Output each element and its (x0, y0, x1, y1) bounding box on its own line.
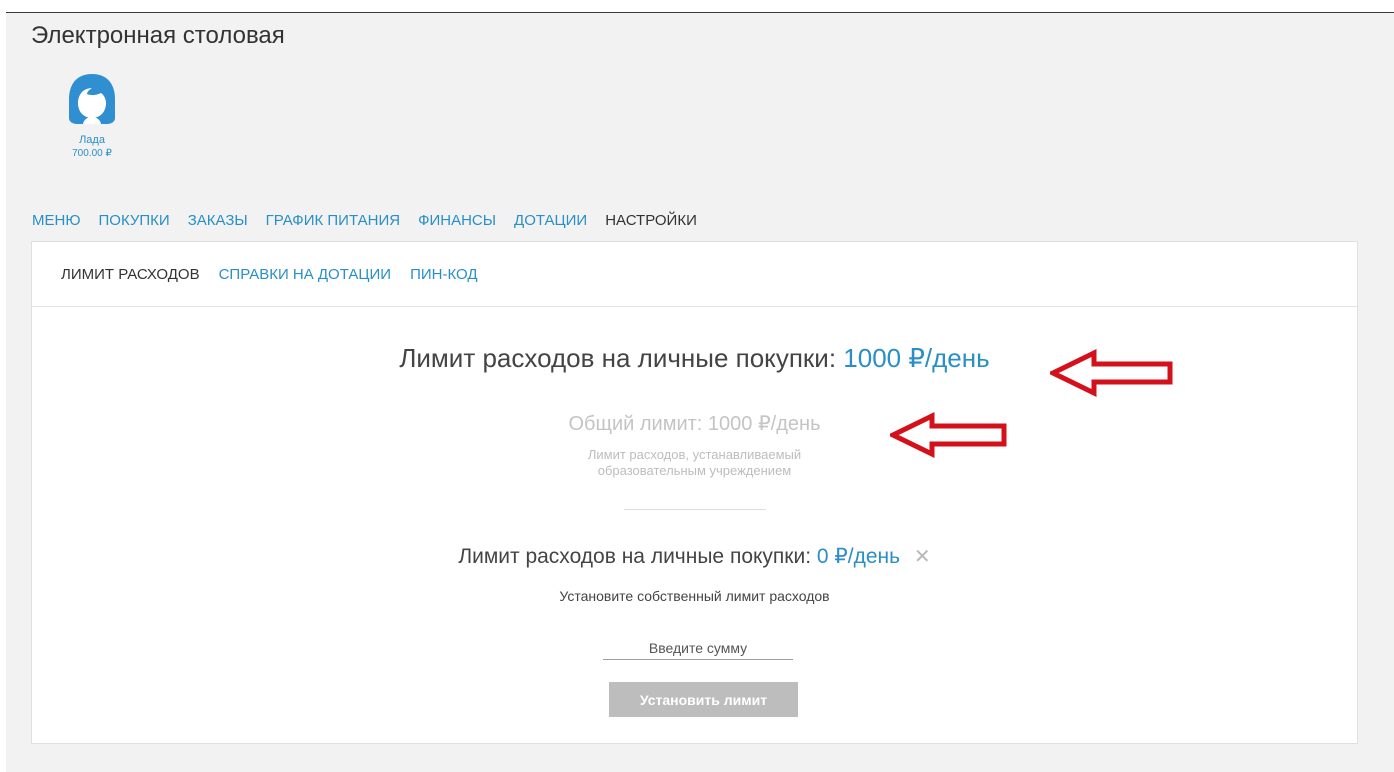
personal-limit-label: Лимит расходов на личные покупки: (399, 343, 837, 373)
own-limit-line: Лимит расходов на личные покупки: 0 ₽/де… (32, 544, 1357, 569)
nav-tab-menu[interactable]: МЕНЮ (32, 212, 81, 229)
annotation-arrow-icon (1050, 349, 1173, 397)
general-limit-value: 1000 ₽/день (707, 413, 821, 435)
clear-limit-icon[interactable]: ✕ (914, 546, 931, 568)
general-limit-note-line-2: образовательным учреждением (597, 463, 792, 478)
own-limit-hint: Установите собственный лимит расходов (559, 588, 830, 604)
section-divider (624, 509, 766, 510)
child-balance: 700.00 ₽ (72, 148, 112, 159)
girl-avatar-icon (69, 74, 115, 124)
set-limit-button[interactable]: Установить лимит (609, 682, 798, 717)
child-card[interactable]: Лада 700.00 ₽ (52, 72, 132, 159)
app-title: Электронная столовая (31, 22, 285, 49)
nav-tab-orders[interactable]: ЗАКАЗЫ (188, 212, 248, 229)
settings-panel: ЛИМИТ РАСХОДОВ СПРАВКИ НА ДОТАЦИИ ПИН-КО… (31, 241, 1358, 744)
personal-limit-value: 1000 ₽/день (843, 343, 990, 373)
amount-input[interactable] (603, 637, 793, 660)
own-limit-value: 0 ₽/день (816, 545, 901, 568)
nav-tab-settings[interactable]: НАСТРОЙКИ (605, 212, 697, 229)
nav-tab-finance[interactable]: ФИНАНСЫ (418, 212, 496, 229)
nav-tab-subsidies[interactable]: ДОТАЦИИ (514, 212, 587, 229)
main-nav: МЕНЮ ПОКУПКИ ЗАКАЗЫ ГРАФИК ПИТАНИЯ ФИНАН… (32, 212, 715, 229)
nav-tab-purchases[interactable]: ПОКУПКИ (99, 212, 170, 229)
own-limit-label: Лимит расходов на личные покупки: (458, 545, 812, 568)
general-limit-label: Общий лимит: (568, 413, 703, 435)
subtab-spending-limit[interactable]: ЛИМИТ РАСХОДОВ (61, 266, 200, 283)
child-name: Лада (79, 134, 105, 146)
general-limit-note-line-1: Лимит расходов, устанавливаемый (587, 447, 802, 462)
nav-tab-meal-schedule[interactable]: ГРАФИК ПИТАНИЯ (266, 212, 400, 229)
subtab-subsidy-certificates[interactable]: СПРАВКИ НА ДОТАЦИИ (219, 266, 391, 283)
settings-sub-nav: ЛИМИТ РАСХОДОВ СПРАВКИ НА ДОТАЦИИ ПИН-КО… (32, 242, 1357, 307)
annotation-arrow-icon (890, 412, 1007, 458)
general-limit-line: Общий лимит: 1000 ₽/день (32, 411, 1357, 436)
subtab-pin-code[interactable]: ПИН-КОД (410, 266, 477, 283)
general-limit-note: Лимит расходов, устанавливаемый образова… (32, 447, 1357, 479)
